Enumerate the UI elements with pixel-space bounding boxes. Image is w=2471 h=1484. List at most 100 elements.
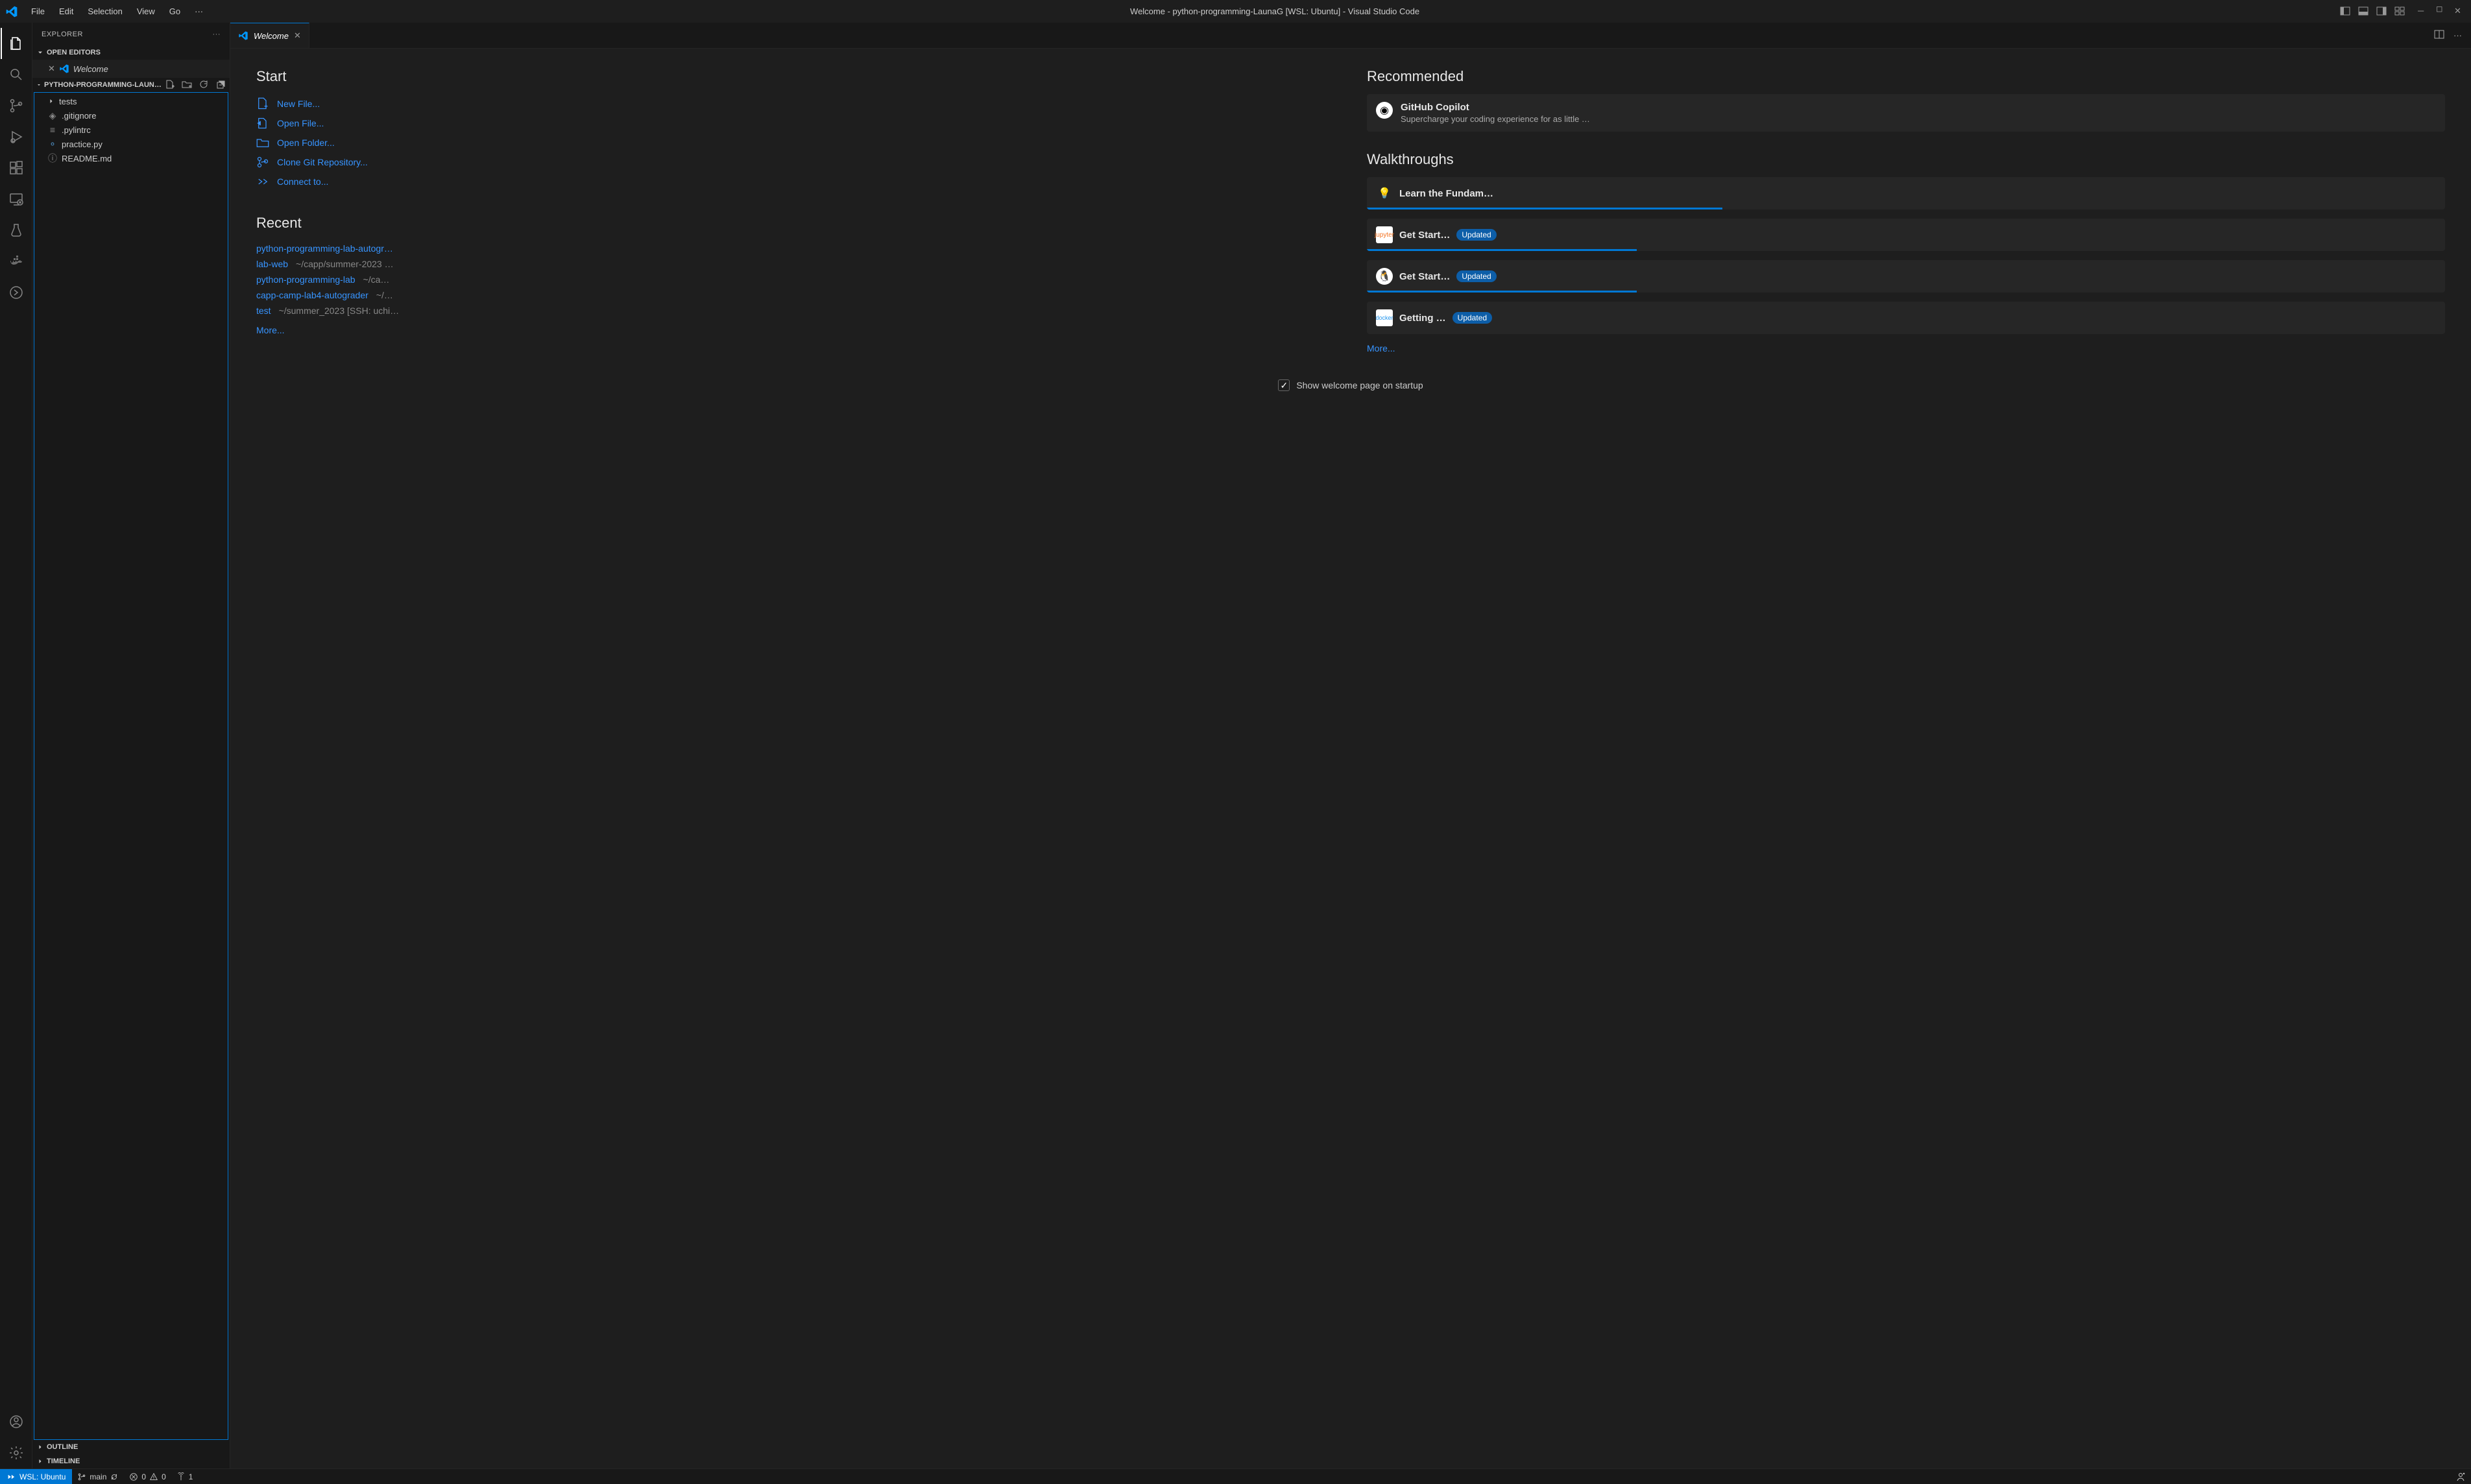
- walkthroughs-more[interactable]: More...: [1367, 343, 1395, 353]
- new-file-icon[interactable]: [165, 79, 175, 91]
- activity-run-debug[interactable]: [1, 121, 32, 152]
- activity-settings[interactable]: [1, 1437, 32, 1468]
- menu-selection[interactable]: Selection: [81, 4, 128, 19]
- start-open-folder[interactable]: Open Folder...: [256, 133, 1334, 152]
- walkthrough-fundamentals[interactable]: 💡 Learn the Fundam…: [1367, 177, 2445, 209]
- recent-heading: Recent: [256, 215, 1334, 232]
- outline-section[interactable]: OUTLINE: [32, 1440, 230, 1454]
- show-on-startup-checkbox[interactable]: ✓: [1278, 379, 1290, 391]
- window-controls: ─ ✕: [2340, 6, 2466, 18]
- split-editor-icon[interactable]: [2434, 29, 2444, 42]
- walkthrough-docker[interactable]: docker Getting … Updated: [1367, 302, 2445, 334]
- close-icon[interactable]: ✕: [294, 30, 301, 41]
- activity-docker[interactable]: [1, 246, 32, 277]
- recent-item[interactable]: python-programming-lab~/ca…: [256, 272, 1334, 287]
- start-clone-repo[interactable]: Clone Git Repository...: [256, 152, 1334, 172]
- start-item-label: Open Folder...: [277, 138, 335, 148]
- show-on-startup-label: Show welcome page on startup: [1296, 380, 1423, 390]
- menu-go[interactable]: Go: [163, 4, 187, 19]
- jupyter-icon: jupyter: [1376, 226, 1393, 243]
- tree-item-label: .gitignore: [62, 111, 96, 121]
- activity-testing[interactable]: [1, 215, 32, 246]
- tree-file-pylintrc[interactable]: ≡ .pylintrc: [34, 123, 228, 137]
- new-folder-icon[interactable]: [182, 79, 192, 91]
- status-remote[interactable]: WSL: Ubuntu: [0, 1469, 72, 1484]
- docker-icon: docker: [1376, 309, 1393, 326]
- activity-search[interactable]: [1, 59, 32, 90]
- menu-file[interactable]: File: [25, 4, 51, 19]
- recent-item[interactable]: test~/summer_2023 [SSH: uchi…: [256, 303, 1334, 318]
- tree-item-label: README.md: [62, 154, 112, 163]
- warning-icon: [149, 1472, 158, 1481]
- walkthrough-linux[interactable]: 🐧 Get Start… Updated: [1367, 260, 2445, 293]
- bulb-icon: 💡: [1376, 185, 1393, 202]
- tree-item-label: practice.py: [62, 139, 102, 149]
- workspace-section[interactable]: PYTHON-PROGRAMMING-LAUNAG [WSL: UBUNTU]: [32, 78, 230, 92]
- status-ports[interactable]: 1: [171, 1469, 199, 1484]
- activity-source-control[interactable]: [1, 90, 32, 121]
- tree-file-practice-py[interactable]: ⚬ practice.py: [34, 137, 228, 151]
- status-feedback[interactable]: [2450, 1469, 2471, 1484]
- activity-live-share[interactable]: [1, 277, 32, 308]
- activity-remote-explorer[interactable]: [1, 184, 32, 215]
- card-title: GitHub Copilot: [1401, 102, 1590, 113]
- open-editors-label: OPEN EDITORS: [47, 49, 101, 56]
- title-bar: File Edit Selection View Go ··· Welcome …: [0, 0, 2471, 23]
- copilot-icon: ◉: [1376, 102, 1393, 119]
- card-title: Get Start…: [1399, 271, 1450, 282]
- layout-sidebar-left-icon[interactable]: [2340, 6, 2352, 18]
- recent-item[interactable]: python-programming-lab-autogr…: [256, 241, 1334, 256]
- open-editor-welcome[interactable]: ✕ Welcome: [32, 60, 230, 78]
- sidebar-header: EXPLORER ···: [32, 23, 230, 45]
- menu-edit[interactable]: Edit: [53, 4, 80, 19]
- start-heading: Start: [256, 68, 1334, 85]
- status-branch[interactable]: main: [72, 1469, 124, 1484]
- start-item-label: Clone Git Repository...: [277, 157, 368, 167]
- card-desc: Supercharge your coding experience for a…: [1401, 114, 1590, 124]
- workspace-label: PYTHON-PROGRAMMING-LAUNAG [WSL: UBUNTU]: [44, 81, 162, 89]
- info-file-icon: ⓘ: [47, 153, 58, 163]
- sidebar-more-icon[interactable]: ···: [213, 30, 221, 38]
- customize-layout-icon[interactable]: [2394, 6, 2406, 18]
- editor-area: Welcome ✕ ··· Start New File...: [230, 23, 2471, 1468]
- close-icon[interactable]: ✕: [48, 64, 55, 74]
- activity-accounts[interactable]: [1, 1406, 32, 1437]
- recent-item[interactable]: capp-camp-lab4-autograder~/…: [256, 287, 1334, 303]
- collapse-all-icon[interactable]: [215, 79, 226, 91]
- tab-welcome[interactable]: Welcome ✕: [230, 23, 309, 48]
- recommended-copilot-card[interactable]: ◉ GitHub Copilot Supercharge your coding…: [1367, 94, 2445, 132]
- tree-file-gitignore[interactable]: ◈ .gitignore: [34, 108, 228, 123]
- status-errors-count: 0: [141, 1472, 146, 1481]
- python-file-icon: ⚬: [47, 139, 58, 149]
- welcome-page: Start New File... Open File... Open F: [230, 49, 2471, 1468]
- more-actions-icon[interactable]: ···: [2453, 30, 2462, 40]
- activity-explorer[interactable]: [1, 28, 32, 59]
- menu-view[interactable]: View: [130, 4, 162, 19]
- minimize-icon[interactable]: ─: [2418, 6, 2429, 18]
- refresh-icon[interactable]: [199, 79, 209, 91]
- recent-more[interactable]: More...: [256, 325, 285, 335]
- tree-folder-tests[interactable]: tests: [34, 94, 228, 108]
- status-remote-label: WSL: Ubuntu: [19, 1472, 66, 1481]
- vscode-icon: [5, 5, 18, 18]
- layout-sidebar-right-icon[interactable]: [2376, 6, 2388, 18]
- timeline-section[interactable]: TIMELINE: [32, 1454, 230, 1468]
- activity-bar: [0, 23, 32, 1468]
- open-editors-section[interactable]: OPEN EDITORS: [32, 45, 230, 60]
- start-open-file[interactable]: Open File...: [256, 114, 1334, 133]
- activity-extensions[interactable]: [1, 152, 32, 184]
- close-icon[interactable]: ✕: [2454, 6, 2466, 18]
- walkthroughs-heading: Walkthroughs: [1367, 151, 2445, 168]
- layout-panel-icon[interactable]: [2358, 6, 2370, 18]
- status-problems[interactable]: 0 0: [124, 1469, 171, 1484]
- updated-badge: Updated: [1452, 312, 1492, 324]
- menu-more[interactable]: ···: [188, 4, 210, 19]
- recent-item[interactable]: lab-web~/capp/summer-2023 …: [256, 256, 1334, 272]
- menu-bar: File Edit Selection View Go ···: [25, 4, 210, 19]
- start-new-file[interactable]: New File...: [256, 94, 1334, 114]
- maximize-icon[interactable]: [2436, 6, 2448, 18]
- walkthrough-jupyter[interactable]: jupyter Get Start… Updated: [1367, 219, 2445, 251]
- settings-file-icon: ≡: [47, 125, 58, 135]
- tree-file-readme[interactable]: ⓘ README.md: [34, 151, 228, 165]
- start-connect-to[interactable]: Connect to...: [256, 172, 1334, 191]
